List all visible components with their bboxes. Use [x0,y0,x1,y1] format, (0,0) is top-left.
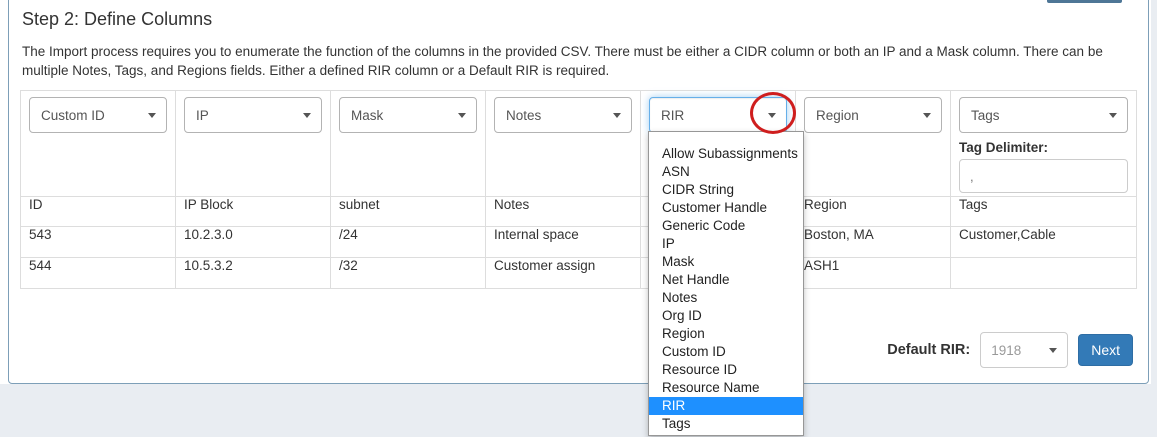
table-row: 544 10.5.3.2 /32 Customer assign ASH1 [21,258,1137,289]
dropdown-option[interactable]: Net Handle [649,271,803,289]
column-selector-row: Custom ID IP Mask Notes [21,91,1137,197]
tag-delimiter-label: Tag Delimiter: [959,140,1128,155]
column-select-tags[interactable]: Tags [959,97,1128,133]
column-select-custom-id[interactable]: Custom ID [29,97,167,133]
table-row: 543 10.2.3.0 /24 Internal space Boston, … [21,227,1137,258]
dropdown-option[interactable]: Resource Name [649,379,803,397]
chevron-down-icon [1109,113,1117,118]
dropdown-option[interactable]: Resource ID [649,361,803,379]
import-step2-screen: Step 2: Define Columns The Import proces… [0,0,1157,437]
cell-subnet: /24 [331,227,486,258]
header-tags: Tags [951,197,1137,227]
dropdown-option[interactable]: Allow Subassignments [649,145,803,163]
cell-notes: Internal space [486,227,641,258]
header-region: Region [796,197,951,227]
select-value: Region [816,108,859,123]
default-rir-label: Default RIR: [887,342,970,358]
select-value: IP [196,108,209,123]
select-value: RIR [661,108,684,123]
select-value: 1918 [991,343,1021,358]
cell-region: Boston, MA [796,227,951,258]
page-background-bottom [0,384,1157,437]
dropdown-option-selected[interactable]: RIR [649,397,803,415]
dropdown-option[interactable]: Generic Code [649,217,803,235]
cell-id: 544 [21,258,176,289]
dropdown-option[interactable]: Customer Handle [649,199,803,217]
header-ip-block: IP Block [176,197,331,227]
next-button[interactable]: Next [1078,334,1133,366]
cropped-element-edge [1047,0,1122,3]
rir-column-dropdown-list: Allow Subassignments ASN CIDR String Cus… [648,131,804,436]
table-header-row: ID IP Block subnet Notes Region Tags [21,197,1137,227]
column-select-ip[interactable]: IP [184,97,322,133]
page-background-right [1151,0,1157,437]
select-value: Notes [506,108,541,123]
dropdown-option[interactable]: Region [649,325,803,343]
cell-notes: Customer assign [486,258,641,289]
column-select-mask[interactable]: Mask [339,97,477,133]
select-value: Tags [971,108,1000,123]
dropdown-option[interactable]: Notes [649,289,803,307]
chevron-down-icon [148,113,156,118]
select-value: Mask [351,108,383,123]
cell-ip-block: 10.5.3.2 [176,258,331,289]
column-select-notes[interactable]: Notes [494,97,632,133]
default-rir-select[interactable]: 1918 [980,332,1068,368]
column-definition-table: Custom ID IP Mask Notes [20,90,1137,289]
chevron-down-icon [613,113,621,118]
page-title: Step 2: Define Columns [22,9,212,30]
header-id: ID [21,197,176,227]
cell-ip-block: 10.2.3.0 [176,227,331,258]
chevron-down-icon [303,113,311,118]
chevron-down-icon [923,113,931,118]
cell-region: ASH1 [796,258,951,289]
chevron-down-icon [1049,348,1057,353]
dropdown-option[interactable]: ASN [649,163,803,181]
dropdown-option[interactable]: Mask [649,253,803,271]
dropdown-option[interactable]: Custom ID [649,343,803,361]
header-subnet: subnet [331,197,486,227]
tag-delimiter-input[interactable] [959,159,1128,193]
header-notes: Notes [486,197,641,227]
cell-subnet: /32 [331,258,486,289]
select-value: Custom ID [41,108,105,123]
page-description: The Import process requires you to enume… [22,42,1130,80]
cell-tags: Customer,Cable [951,227,1137,258]
dropdown-option[interactable]: Tags [649,415,803,433]
cell-tags [951,258,1137,289]
column-select-region[interactable]: Region [804,97,942,133]
dropdown-option[interactable]: CIDR String [649,181,803,199]
annotation-circle [750,92,796,134]
cell-id: 543 [21,227,176,258]
footer-actions: Default RIR: 1918 Next [0,332,1133,368]
dropdown-option[interactable]: Org ID [649,307,803,325]
dropdown-option[interactable]: IP [649,235,803,253]
chevron-down-icon [458,113,466,118]
